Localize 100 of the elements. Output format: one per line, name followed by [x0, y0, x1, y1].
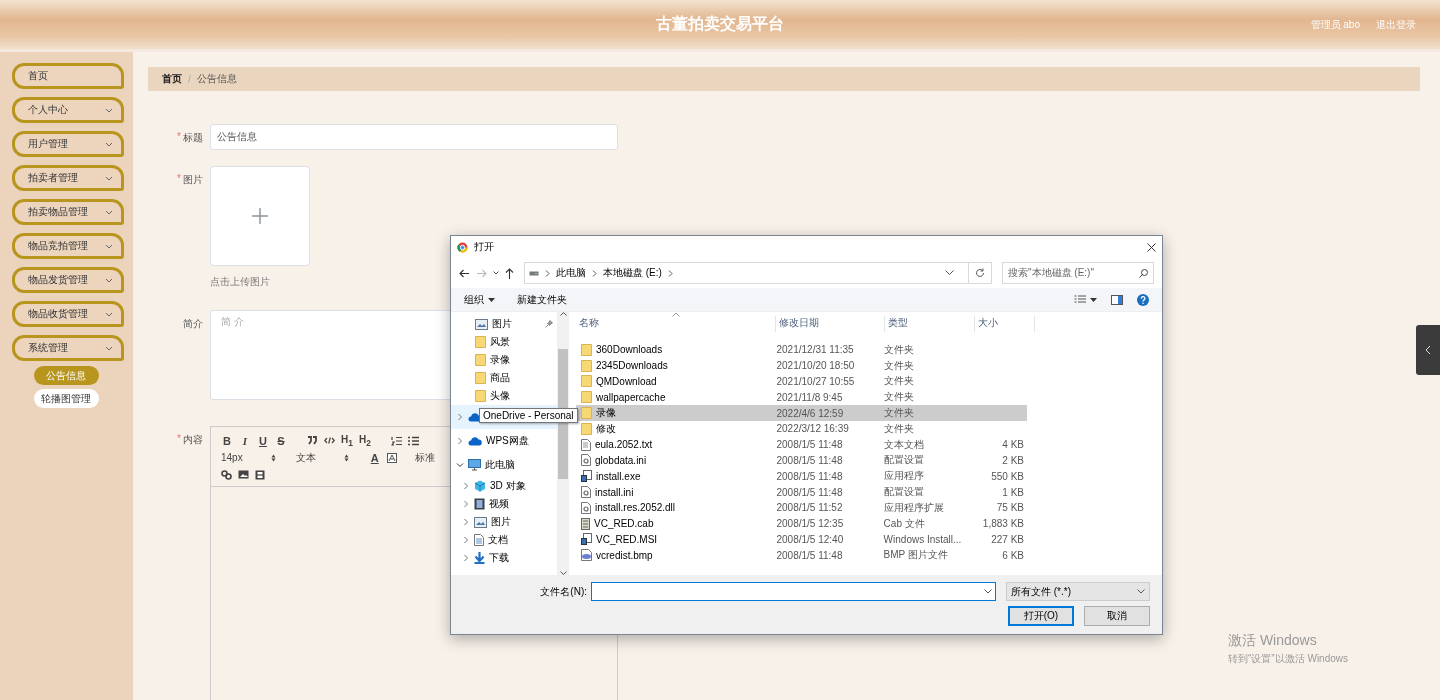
font-color-button[interactable]: A — [368, 451, 381, 464]
address-segment[interactable]: 此电脑 — [556, 266, 586, 280]
file-date: 2022/4/6 12:59 — [775, 407, 845, 419]
heading-button[interactable]: H$_{2}$ — [359, 433, 371, 448]
close-icon[interactable] — [1147, 242, 1156, 252]
file-type: 应用程序扩展 — [882, 500, 945, 515]
nav-item[interactable]: 下载 — [451, 549, 557, 567]
updown-icon — [343, 453, 349, 462]
breadcrumb-link[interactable]: 公告信息 — [196, 72, 237, 86]
file-date: 2008/1/5 12:35 — [775, 518, 845, 530]
file-type: Cab 文件 — [882, 516, 926, 531]
filename-field[interactable] — [591, 582, 996, 601]
nav-item[interactable]: 图片 — [451, 513, 557, 531]
quote-icon[interactable] — [307, 436, 318, 445]
menu-item[interactable]: 个人中心 — [12, 97, 124, 123]
preview-pane-icon[interactable] — [1111, 294, 1123, 305]
nav-item[interactable]: 录像 — [451, 351, 557, 369]
cancel-button[interactable]: 取消 — [1084, 606, 1150, 626]
file-type: 文件夹 — [882, 390, 915, 405]
file-size: 4 KB — [1001, 439, 1025, 451]
file-row[interactable]: 录像 2022/4/6 12:59 文件夹 — [576, 405, 1027, 421]
menu-item[interactable]: 物品收货管理 — [12, 301, 124, 327]
column-header[interactable]: 大小 — [975, 316, 1035, 332]
command-button[interactable]: 组织 — [464, 292, 495, 307]
image-file-icon — [581, 549, 592, 562]
menu-item[interactable]: 系统管理 — [12, 335, 124, 361]
list-view-icon — [1074, 294, 1086, 305]
chevron-down-icon — [105, 209, 113, 215]
refresh-button[interactable] — [969, 262, 992, 284]
font-family-select[interactable]: 标准 — [414, 450, 435, 465]
view-button[interactable] — [1074, 294, 1097, 305]
file-type: 文件夹 — [882, 406, 915, 421]
open-button[interactable]: 打开(O) — [1008, 606, 1074, 626]
file-date: 2008/1/5 11:48 — [775, 439, 844, 451]
title-field[interactable]: 公告信息 — [210, 124, 618, 150]
file-date: 2008/1/5 11:48 — [775, 486, 844, 498]
highlight-icon[interactable] — [386, 452, 397, 463]
chevron-down-icon — [105, 141, 113, 147]
file-size: 550 KB — [990, 470, 1025, 482]
heading-button[interactable]: H$_{1}$ — [341, 433, 353, 448]
column-header[interactable]: 类型 — [885, 316, 975, 332]
menu-item[interactable]: 拍卖者管理 — [12, 165, 124, 191]
chevron-down-icon — [105, 311, 113, 317]
nav-item[interactable]: 商品 — [451, 369, 557, 387]
menu-item[interactable]: 首页 — [12, 63, 124, 89]
column-header[interactable]: 名称 — [576, 316, 776, 332]
command-button[interactable]: 新建文件夹 — [517, 292, 567, 307]
caret-icon — [1090, 297, 1097, 302]
side-toggle-tab[interactable] — [1416, 325, 1440, 375]
bullet-list-icon[interactable] — [408, 435, 419, 446]
file-size: 2 KB — [1001, 454, 1025, 466]
menu-item[interactable]: 拍卖物品管理 — [12, 199, 124, 225]
chevron-down-icon[interactable] — [493, 271, 499, 275]
settings-file-icon — [581, 501, 591, 514]
nav-item[interactable]: 视频 — [451, 495, 557, 513]
address-segment[interactable]: 本地磁盘 (E:) — [603, 266, 662, 280]
submenu-item[interactable]: 轮播图管理 — [33, 389, 99, 408]
file-type: 应用程序 — [882, 469, 925, 484]
download-icon — [474, 552, 485, 564]
field-label: 内容 — [183, 433, 203, 447]
nav-item[interactable]: 此电脑 — [451, 453, 557, 477]
settings-file-icon — [581, 486, 591, 499]
program-icon — [581, 470, 592, 483]
breadcrumb-link[interactable]: 首页 — [162, 72, 182, 86]
image-icon[interactable] — [238, 470, 249, 479]
nav-item[interactable]: 文档 — [451, 531, 557, 549]
menu-item[interactable]: 物品发货管理 — [12, 267, 124, 293]
nav-item[interactable]: 图片 — [451, 315, 557, 333]
folder-icon — [475, 336, 486, 348]
up-arrow-icon[interactable] — [505, 267, 514, 279]
menu-item[interactable]: 物品竞拍管理 — [12, 233, 124, 259]
bold-button[interactable]: B — [221, 434, 233, 447]
file-type: 文件夹 — [882, 342, 915, 357]
search-field[interactable]: 搜索"本地磁盘 (E:)" — [1002, 262, 1154, 284]
font-select[interactable]: 14px — [221, 452, 276, 463]
field-label: 图片 — [183, 173, 203, 187]
nav-item[interactable]: WPS网盘 — [451, 429, 557, 453]
column-header[interactable]: 修改日期 — [776, 316, 885, 332]
chevron-down-icon — [105, 175, 113, 181]
font-select[interactable]: 文本 — [295, 450, 349, 465]
film-icon[interactable] — [255, 469, 265, 480]
underline-button[interactable]: U — [257, 434, 269, 447]
code-icon[interactable] — [324, 436, 335, 445]
nav-item[interactable]: 风景 — [451, 333, 557, 351]
file-type-select[interactable]: 所有文件 (*.*) — [1006, 582, 1150, 601]
address-bar[interactable]: 此电脑 本地磁盘 (E:) — [524, 262, 969, 284]
link-icon[interactable] — [221, 469, 232, 480]
back-icon[interactable] — [459, 268, 470, 278]
italic-button[interactable]: I — [239, 434, 251, 447]
help-icon[interactable] — [1137, 293, 1149, 306]
nav-item[interactable]: 3D 对象 — [451, 477, 557, 495]
menu-item[interactable]: 用户管理 — [12, 131, 124, 157]
text-file-icon — [581, 438, 591, 451]
strikethrough-button[interactable]: S — [275, 434, 287, 447]
chevron-down-icon — [105, 107, 113, 113]
computer-icon — [468, 459, 481, 471]
numbered-list-icon[interactable] — [391, 435, 402, 446]
chevron-down-icon[interactable] — [945, 270, 954, 276]
required-mark: * — [177, 433, 181, 446]
file-date: 2021/10/20 18:50 — [775, 360, 856, 372]
